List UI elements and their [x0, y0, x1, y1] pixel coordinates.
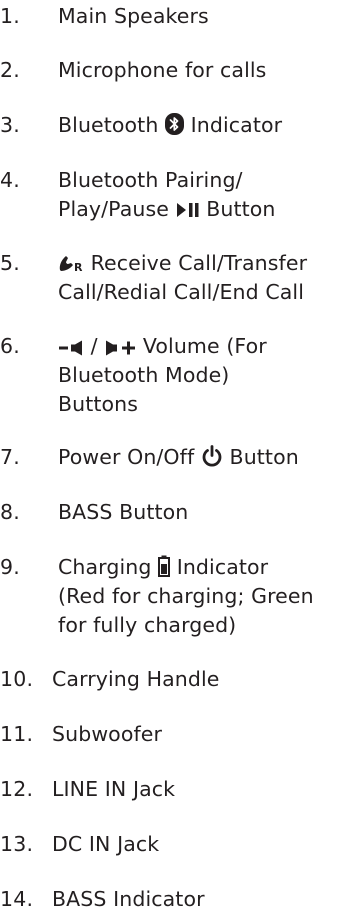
item-number: 1. — [0, 3, 20, 28]
list-item-7: 7. Power On/Off Button — [0, 443, 357, 472]
item-text: Carrying Handle — [52, 665, 220, 694]
volume-separator: / — [84, 333, 105, 358]
item-text: / Volume (For Bluetooth Mode) Buttons — [58, 332, 267, 419]
list-item-9: 9. Charging Indicator (Red for charging;… — [0, 553, 357, 640]
volume-down-icon — [59, 340, 82, 356]
item-text: BASS Button — [58, 498, 188, 527]
item-line: Bluetooth Pairing/ — [58, 168, 243, 193]
item-text-after-icon: Indicator — [184, 113, 283, 138]
phone-r-icon: R — [59, 256, 83, 273]
item-number: 13. — [0, 831, 34, 856]
list-item-2: 2. Microphone for calls — [0, 56, 357, 85]
item-line: R Receive Call/Transfer — [58, 249, 307, 278]
item-number: 11. — [0, 721, 34, 746]
item-number: 9. — [0, 555, 20, 580]
item-number: 8. — [0, 500, 20, 525]
item-text: Bluetooth Indicator — [58, 111, 282, 140]
item-number: 3. — [0, 113, 20, 138]
item-line: BASS Button — [58, 500, 189, 525]
item-number: 14. — [0, 887, 34, 911]
svg-text:R: R — [74, 261, 83, 273]
item-text-after-icon: Indicator — [170, 555, 269, 580]
item-number: 6. — [0, 333, 20, 358]
list-item-10: 10. Carrying Handle — [0, 665, 357, 694]
item-number: 7. — [0, 445, 20, 469]
item-text: Power On/Off Button — [58, 443, 299, 472]
item-line: Microphone for calls — [58, 58, 267, 83]
item-line: Bluetooth Mode) — [58, 362, 230, 387]
item-line: / Volume (For — [58, 332, 267, 361]
item-text: LINE IN Jack — [52, 775, 175, 804]
play-pause-icon — [176, 203, 199, 218]
item-number: 4. — [0, 168, 20, 193]
item-text: Main Speakers — [58, 2, 209, 31]
item-line: Main Speakers — [58, 3, 209, 28]
item-number: 2. — [0, 58, 20, 83]
item-text-before-icon: Power On/Off — [58, 445, 201, 469]
item-number: 10. — [0, 666, 34, 691]
item-text-before-icon: Play/Pause — [58, 197, 176, 222]
list-item-1: 1. Main Speakers — [0, 2, 357, 31]
list-item-6: 6. / Volume (For Bluetooth Mode) Buttons — [0, 332, 357, 419]
item-line: Bluetooth Indicator — [58, 111, 282, 140]
list-item-4: 4. Bluetooth Pairing/ Play/Pause Button — [0, 166, 357, 224]
list-item-8: 8. BASS Button — [0, 498, 357, 527]
item-line: Subwoofer — [52, 721, 163, 746]
item-line: LINE IN Jack — [52, 776, 176, 801]
list-item-12: 12. LINE IN Jack — [0, 775, 357, 804]
item-text-before-icon: Charging — [58, 555, 159, 580]
item-line: Power On/Off Button — [58, 443, 299, 472]
item-line: Call/Redial Call/End Call — [58, 280, 305, 305]
list-item-14: 14. BASS Indicator — [0, 885, 357, 914]
item-text: Microphone for calls — [58, 56, 266, 85]
item-text: Subwoofer — [52, 720, 162, 749]
volume-up-icon — [106, 340, 136, 356]
item-text: Charging Indicator (Red for charging; Gr… — [58, 553, 314, 640]
list-item-13: 13. DC IN Jack — [0, 830, 357, 859]
item-number: 12. — [0, 776, 34, 801]
item-line: Buttons — [58, 391, 139, 416]
item-text-after-icon: Volume (For — [136, 333, 267, 358]
item-number: 5. — [0, 251, 20, 276]
component-list: 1. Main Speakers 2. Microphone for calls… — [0, 0, 357, 918]
item-text: BASS Indicator — [52, 885, 205, 914]
item-text: R Receive Call/Transfer Call/Redial Call… — [58, 249, 307, 307]
item-line: BASS Indicator — [52, 887, 205, 911]
item-text-after-icon: Receive Call/Transfer — [84, 251, 308, 276]
item-line: Carrying Handle — [52, 666, 220, 691]
list-item-3: 3. Bluetooth Indicator — [0, 111, 357, 140]
item-text-after-icon: Button — [222, 445, 299, 469]
item-text-before-icon: Bluetooth — [58, 113, 166, 138]
list-item-11: 11. Subwoofer — [0, 720, 357, 749]
list-item-5: 5. R Receive Call/Transfer Call/Redial C… — [0, 249, 357, 307]
item-text: DC IN Jack — [52, 830, 159, 859]
item-line: for fully charged) — [58, 613, 237, 638]
item-line: DC IN Jack — [52, 831, 160, 856]
power-icon — [202, 445, 222, 467]
bluetooth-icon — [165, 113, 185, 136]
item-line: Charging Indicator — [58, 553, 314, 582]
item-text: Bluetooth Pairing/ Play/Pause Button — [58, 166, 275, 224]
item-line: (Red for charging; Green — [58, 584, 314, 609]
battery-icon — [158, 555, 171, 578]
item-text-after-icon: Button — [199, 197, 276, 222]
item-line: Play/Pause Button — [58, 195, 275, 224]
